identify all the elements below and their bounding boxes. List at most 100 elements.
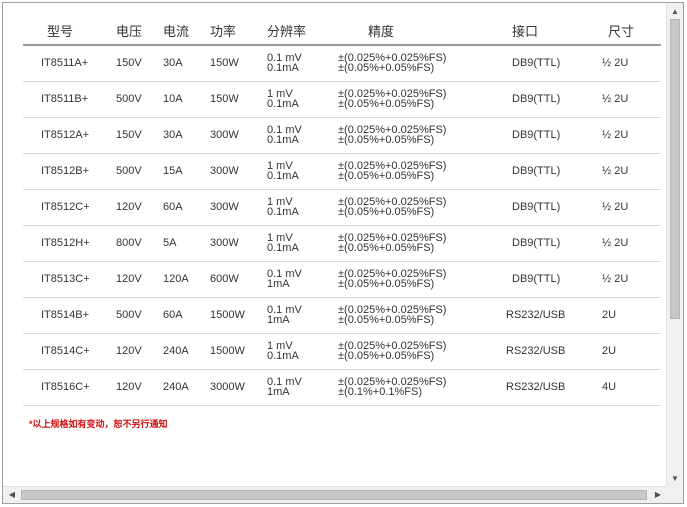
scrollable-frame: 型号 电压 电流 功率 分辨率 精度 接口 尺寸 IT8511A+ 150V 30A… (2, 2, 684, 504)
cell-power: 600W (210, 261, 267, 298)
cell-model: IT8511B+ (23, 81, 116, 118)
cell-accuracy: ±(0.025%+0.025%FS) ±(0.05%+0.05%FS) (338, 117, 488, 154)
accuracy-current: ±(0.05%+0.05%FS) (338, 350, 435, 362)
cell-size: ½ 2U (596, 45, 661, 82)
cell-voltage: 120V (116, 261, 163, 298)
cell-model: IT8512H+ (23, 225, 116, 262)
horizontal-scrollbar[interactable]: ◀ ▶ (3, 486, 667, 503)
cell-power: 1500W (210, 333, 267, 370)
table-row: IT8512C+ 120V 60A 300W 1 mV 0.1mA ±(0.025%+0.0… (23, 189, 661, 226)
cell-resolution: 0.1 mV 0.1mA (267, 45, 338, 82)
resolution-current: 1mA (267, 278, 290, 290)
table-row: IT8512A+ 150V 30A 300W 0.1 mV 0.1mA ±(0.025%+0… (23, 117, 661, 154)
cell-size: 2U (596, 333, 661, 370)
scrollbar-corner (666, 486, 683, 503)
cell-resolution: 1 mV 0.1mA (267, 225, 338, 262)
header-accuracy: 精度 (338, 17, 488, 46)
vertical-scroll-thumb[interactable] (670, 19, 680, 319)
cell-resolution: 0.1 mV 1mA (267, 297, 338, 334)
cell-voltage: 120V (116, 189, 163, 226)
cell-resolution: 0.1 mV 0.1mA (267, 117, 338, 154)
horizontal-scroll-thumb[interactable] (21, 490, 647, 500)
table-row: IT8513C+ 120V 120A 600W 0.1 mV 1mA ±(0.025%+0.… (23, 261, 661, 298)
cell-voltage: 150V (116, 117, 163, 154)
cell-size: ½ 2U (596, 225, 661, 262)
cell-interface: DB9(TTL) (488, 45, 596, 82)
cell-current: 240A (163, 369, 210, 406)
cell-interface: RS232/USB (488, 369, 596, 406)
table-row: IT8516C+ 120V 240A 3000W 0.1 mV 1mA ±(0.025%+0… (23, 369, 661, 406)
cell-voltage: 120V (116, 333, 163, 370)
accuracy-current: ±(0.05%+0.05%FS) (338, 170, 435, 182)
cell-resolution: 1 mV 0.1mA (267, 153, 338, 190)
cell-power: 300W (210, 225, 267, 262)
header-model: 型号 (23, 17, 116, 46)
header-current: 电流 (163, 17, 210, 46)
cell-model: IT8511A+ (23, 45, 116, 82)
cell-voltage: 800V (116, 225, 163, 262)
cell-current: 30A (163, 45, 210, 82)
header-voltage: 电压 (116, 17, 163, 46)
scroll-up-arrow-icon[interactable]: ▲ (667, 5, 683, 19)
resolution-current: 0.1mA (267, 350, 299, 362)
resolution-current: 0.1mA (267, 170, 299, 182)
table-row: IT8511B+ 500V 10A 150W 1 mV 0.1mA ±(0.025%+0.0… (23, 81, 661, 118)
cell-power: 300W (210, 189, 267, 226)
cell-current: 15A (163, 153, 210, 190)
resolution-current: 0.1mA (267, 134, 299, 146)
cell-power: 300W (210, 153, 267, 190)
cell-resolution: 1 mV 0.1mA (267, 333, 338, 370)
accuracy-current: ±(0.05%+0.05%FS) (338, 62, 435, 75)
cell-interface: DB9(TTL) (488, 189, 596, 226)
scroll-left-arrow-icon[interactable]: ◀ (5, 487, 19, 503)
cell-interface: DB9(TTL) (488, 117, 596, 154)
resolution-current: 0.1mA (267, 62, 299, 75)
cell-accuracy: ±(0.025%+0.025%FS) ±(0.05%+0.05%FS) (338, 225, 488, 262)
cell-size: ½ 2U (596, 117, 661, 154)
cell-interface: RS232/USB (488, 297, 596, 334)
cell-voltage: 150V (116, 45, 163, 82)
cell-model: IT8514C+ (23, 333, 116, 370)
accuracy-current: ±(0.05%+0.05%FS) (338, 206, 435, 218)
accuracy-current: ±(0.05%+0.05%FS) (338, 278, 435, 290)
cell-voltage: 500V (116, 81, 163, 118)
cell-accuracy: ±(0.025%+0.025%FS) ±(0.05%+0.05%FS) (338, 297, 488, 334)
cell-current: 120A (163, 261, 210, 298)
cell-size: ½ 2U (596, 153, 661, 190)
cell-power: 1500W (210, 297, 267, 334)
cell-current: 60A (163, 297, 210, 334)
scroll-right-arrow-icon[interactable]: ▶ (651, 487, 665, 503)
cell-size: ½ 2U (596, 189, 661, 226)
resolution-current: 0.1mA (267, 98, 299, 110)
cell-size: ½ 2U (596, 81, 661, 118)
cell-power: 3000W (210, 369, 267, 406)
table-row: IT8512H+ 800V 5A 300W 1 mV 0.1mA ±(0.025%+0.02… (23, 225, 661, 262)
accuracy-current: ±(0.05%+0.05%FS) (338, 242, 435, 254)
cell-resolution: 1 mV 0.1mA (267, 81, 338, 118)
cell-size: ½ 2U (596, 261, 661, 298)
cell-model: IT8516C+ (23, 369, 116, 406)
cell-model: IT8513C+ (23, 261, 116, 298)
cell-resolution: 1 mV 0.1mA (267, 189, 338, 226)
accuracy-current: ±(0.05%+0.05%FS) (338, 314, 435, 326)
cell-accuracy: ±(0.025%+0.025%FS) ±(0.05%+0.05%FS) (338, 45, 488, 82)
table-row: IT8514B+ 500V 60A 1500W 0.1 mV 1mA ±(0.025%+0.… (23, 297, 661, 334)
cell-model: IT8512B+ (23, 153, 116, 190)
resolution-current: 1mA (267, 314, 290, 326)
vertical-scrollbar[interactable]: ▲ ▼ (666, 3, 683, 488)
cell-accuracy: ±(0.025%+0.025%FS) ±(0.05%+0.05%FS) (338, 333, 488, 370)
scroll-down-arrow-icon[interactable]: ▼ (667, 472, 683, 486)
cell-model: IT8514B+ (23, 297, 116, 334)
cell-interface: DB9(TTL) (488, 153, 596, 190)
accuracy-current: ±(0.05%+0.05%FS) (338, 134, 435, 146)
disclaimer-note: *以上规格如有变动，恕不另行通知 (29, 419, 168, 429)
cell-resolution: 0.1 mV 1mA (267, 261, 338, 298)
cell-resolution: 0.1 mV 1mA (267, 369, 338, 406)
resolution-current: 1mA (267, 386, 290, 398)
cell-interface: DB9(TTL) (488, 225, 596, 262)
header-interface: 接口 (488, 17, 596, 46)
content-area: 型号 电压 电流 功率 分辨率 精度 接口 尺寸 IT8511A+ 150V 30A… (3, 3, 667, 488)
header-resolution: 分辨率 (267, 17, 338, 46)
cell-voltage: 500V (116, 297, 163, 334)
cell-power: 150W (210, 45, 267, 82)
